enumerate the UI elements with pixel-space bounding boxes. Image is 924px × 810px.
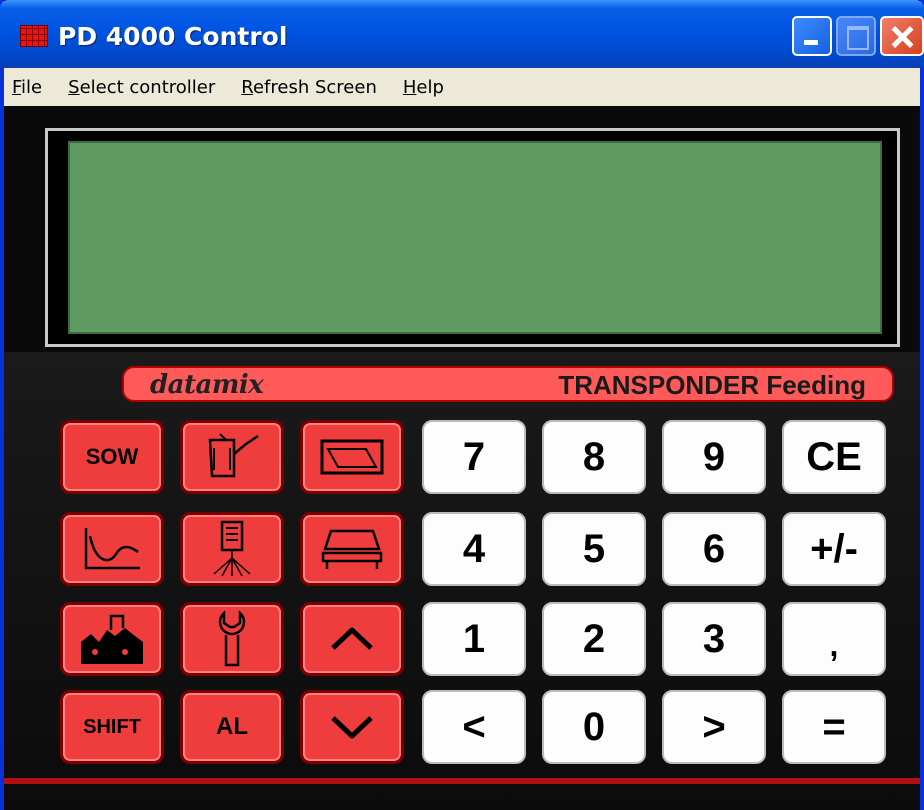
sow-key[interactable]: SOW	[60, 420, 164, 494]
bottom-stripe	[4, 778, 920, 784]
menu-file-label: ile	[21, 76, 43, 98]
key-3[interactable]: 3	[662, 602, 766, 676]
up-key[interactable]	[300, 602, 404, 676]
display-icon	[320, 439, 384, 475]
menu-help-label: elp	[416, 76, 444, 98]
lcd-frame	[45, 128, 900, 347]
menu-refresh-screen-label: efresh Screen	[252, 76, 377, 98]
brand-logo: datamix	[150, 370, 264, 400]
menu-select-controller-label: elect controller	[79, 76, 216, 98]
key-7[interactable]: 7	[422, 420, 526, 494]
brand-product: TRANSPONDER Feeding	[558, 370, 866, 400]
feeder-key[interactable]	[180, 420, 284, 494]
key-6[interactable]: 6	[662, 512, 766, 586]
app-window: PD 4000 Control File Select controller R…	[0, 0, 924, 810]
al-key[interactable]: AL	[180, 690, 284, 764]
menu-help[interactable]: Help	[401, 75, 446, 100]
curve-icon	[84, 528, 140, 570]
menu-bar: File Select controller Refresh Screen He…	[4, 68, 920, 106]
menu-refresh-screen[interactable]: Refresh Screen	[239, 75, 379, 100]
close-button[interactable]	[880, 16, 924, 56]
menu-file[interactable]: File	[10, 75, 44, 100]
wrench-key[interactable]	[180, 602, 284, 676]
feeder-icon	[208, 433, 259, 478]
key-ce[interactable]: CE	[782, 420, 886, 494]
key-9[interactable]: 9	[662, 420, 766, 494]
key-0[interactable]: 0	[542, 690, 646, 764]
display-key[interactable]	[300, 420, 404, 494]
brand-bar: datamix TRANSPONDER Feeding	[122, 366, 894, 402]
key-equals[interactable]: =	[782, 690, 886, 764]
key-2[interactable]: 2	[542, 602, 646, 676]
menu-refresh-screen-mnemonic: R	[241, 76, 253, 98]
key-less-than[interactable]: <	[422, 690, 526, 764]
bed-icon	[321, 529, 383, 569]
app-grid-icon	[20, 25, 48, 47]
keypad-panel: datamix TRANSPONDER Feeding SOW 7 8 9 CE	[4, 352, 920, 810]
key-1[interactable]: 1	[422, 602, 526, 676]
key-plus-minus[interactable]: +/-	[782, 512, 886, 586]
menu-file-mnemonic: F	[12, 76, 22, 98]
menu-select-controller[interactable]: Select controller	[66, 75, 217, 100]
al-key-label: AL	[216, 713, 248, 740]
dispenser-icon	[213, 520, 251, 577]
key-4[interactable]: 4	[422, 512, 526, 586]
sow-key-label: SOW	[85, 444, 139, 469]
key-greater-than[interactable]: >	[662, 690, 766, 764]
key-5[interactable]: 5	[542, 512, 646, 586]
down-key[interactable]	[300, 690, 404, 764]
minimize-button[interactable]	[792, 16, 832, 56]
key-comma[interactable]: ,	[782, 602, 886, 676]
chevron-down-icon	[331, 716, 373, 739]
shift-key-label: SHIFT	[83, 715, 141, 738]
bed-key[interactable]	[300, 512, 404, 586]
barn-key[interactable]	[60, 602, 164, 676]
title-bar[interactable]: PD 4000 Control	[0, 0, 924, 68]
maximize-button[interactable]	[836, 16, 876, 56]
barn-icon	[81, 614, 143, 664]
key-8[interactable]: 8	[542, 420, 646, 494]
wrench-icon	[218, 610, 246, 667]
chevron-up-icon	[331, 627, 373, 650]
shift-key[interactable]: SHIFT	[60, 690, 164, 764]
curve-key[interactable]	[60, 512, 164, 586]
lcd-display	[68, 141, 882, 334]
menu-help-mnemonic: H	[402, 76, 417, 98]
menu-select-controller-mnemonic: S	[68, 76, 80, 98]
dispenser-key[interactable]	[180, 512, 284, 586]
window-title: PD 4000 Control	[58, 22, 288, 51]
